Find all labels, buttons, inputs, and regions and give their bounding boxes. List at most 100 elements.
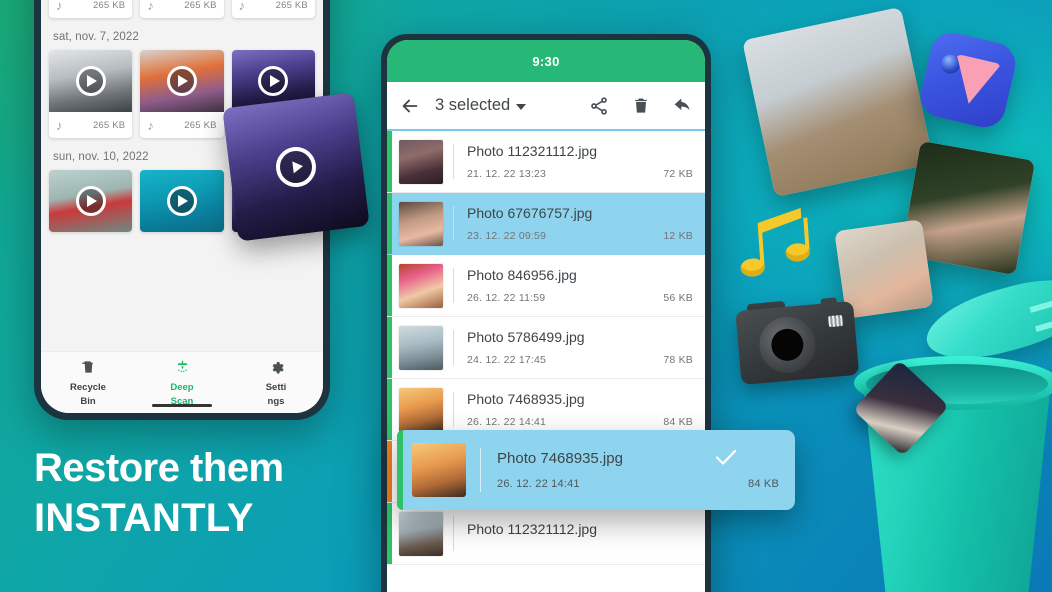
media-card[interactable]: ♪ 265 KB	[140, 50, 224, 138]
trash-icon[interactable]	[631, 96, 651, 116]
row-accent-bar	[387, 255, 392, 316]
media-meta: ♪ 265 KB	[49, 112, 132, 138]
media-card[interactable]: ♪ 265 KB	[49, 50, 133, 138]
file-date: 23. 12. 22 09:59	[467, 230, 547, 242]
row-body: Photo 846956.jpg 26. 12. 22 11:59 56 KB	[454, 267, 705, 304]
table-row[interactable]: Photo 112321112.jpg	[387, 503, 705, 565]
restore-icon[interactable]	[673, 96, 693, 116]
row-thumbnail	[399, 511, 443, 556]
bin-body	[862, 372, 1052, 592]
row-accent-bar	[387, 131, 392, 192]
dragged-video-card[interactable]	[222, 92, 370, 242]
selection-title[interactable]: 3 selected	[435, 96, 527, 115]
nav-label-2: Bin	[80, 396, 96, 407]
camera-viewfinder	[820, 297, 838, 308]
nav-label: Deep	[170, 382, 194, 393]
music-note-icon: ♪	[56, 0, 63, 13]
photo-image	[834, 219, 934, 319]
row-accent-bar	[387, 379, 392, 440]
bin-rim-inner	[866, 364, 1048, 404]
selection-count-label: 3 selected	[435, 96, 511, 114]
dragged-file-card[interactable]: Photo 7468935.jpg 26. 12. 22 14:41 84 KB	[397, 430, 795, 510]
row-thumbnail	[412, 443, 466, 497]
status-time: 9:30	[532, 53, 560, 69]
trash-icon	[41, 359, 135, 379]
home-indicator	[152, 404, 212, 407]
row-subline: 21. 12. 22 13:23 72 KB	[467, 168, 693, 180]
media-size: 265 KB	[275, 0, 308, 11]
media-card[interactable]	[140, 170, 224, 232]
camera-icon	[735, 295, 860, 385]
row-subline: 23. 12. 22 09:59 12 KB	[467, 230, 693, 242]
row-thumbnail	[399, 325, 443, 370]
promo-stage: ♪ 265 KB ♪ 265 KB ♪ 265 KB sat, nov. 7, …	[0, 0, 1052, 592]
media-meta: ♪ 265 KB	[140, 112, 223, 138]
media-size: 265 KB	[92, 119, 126, 131]
music-note-icon: ♪	[56, 117, 63, 133]
file-name: Photo 112321112.jpg	[467, 521, 598, 537]
row-body: Photo 112321112.jpg	[454, 521, 705, 546]
file-name: Photo 67676757.jpg	[467, 205, 593, 221]
row-body: Photo 112321112.jpg 21. 12. 22 13:23 72 …	[454, 143, 705, 180]
row-body: Photo 5786499.jpg 24. 12. 22 17:45 78 KB	[454, 329, 705, 366]
file-name: Photo 7468935.jpg	[467, 391, 585, 407]
play-icon	[75, 66, 106, 96]
photo-card-hands	[900, 140, 1036, 276]
file-size: 78 KB	[663, 354, 693, 366]
deep-scan-icon	[135, 359, 229, 379]
row-subline: 26. 12. 22 14:41 84 KB	[467, 416, 693, 428]
table-row[interactable]: Photo 846956.jpg 26. 12. 22 11:59 56 KB	[387, 255, 705, 317]
media-card[interactable]: ♪ 265 KB	[49, 0, 133, 18]
row-body: Photo 7468935.jpg 26. 12. 22 14:41 84 KB	[481, 450, 795, 490]
media-meta: ♪ 265 KB	[232, 0, 315, 18]
file-date: 24. 12. 22 17:45	[467, 354, 547, 366]
media-card[interactable]: ♪ 265 KB	[231, 0, 315, 18]
nav-item-deep-scan[interactable]: Deep Scan	[135, 359, 229, 407]
camera-flash	[828, 314, 843, 328]
media-card[interactable]: ♪ 265 KB	[140, 0, 224, 18]
nav-item-recycle-bin[interactable]: Recycle Bin	[41, 359, 135, 407]
table-row[interactable]: Photo 67676757.jpg 23. 12. 22 09:59 12 K…	[387, 193, 705, 255]
trash-bin-3d-icon	[840, 265, 1052, 592]
file-date: 26. 12. 22 14:41	[467, 416, 547, 428]
bin-rim-outer	[854, 356, 1052, 410]
nav-label: Recycle	[70, 382, 106, 393]
file-size: 84 KB	[748, 478, 779, 490]
nav-label: Setti	[265, 382, 287, 393]
table-row[interactable]: Photo 5786499.jpg 24. 12. 22 17:45 78 KB	[387, 317, 705, 379]
media-size: 265 KB	[184, 0, 217, 11]
media-meta: ♪ 265 KB	[49, 0, 132, 18]
app-bar: 3 selected	[387, 82, 705, 129]
media-meta: ♪ 265 KB	[140, 0, 223, 18]
date-header: sat, nov. 7, 2022	[53, 31, 139, 43]
share-icon[interactable]	[589, 96, 609, 116]
recycle-bin-list[interactable]: Photo 112321112.jpg 21. 12. 22 13:23 72 …	[387, 131, 705, 592]
camera-lens-inner	[770, 327, 805, 363]
row-thumbnail	[399, 387, 443, 432]
row-accent-bar	[387, 317, 392, 378]
media-thumbnail	[49, 170, 133, 232]
play-icon	[258, 66, 289, 96]
media-thumbnail	[140, 170, 224, 232]
file-date: 21. 12. 22 13:23	[467, 168, 547, 180]
row-thumbnail	[399, 201, 443, 246]
photo-image	[742, 6, 934, 198]
headline-line-1: Restore them	[34, 446, 284, 490]
row-body: Photo 7468935.jpg 26. 12. 22 14:41 84 KB	[454, 391, 705, 428]
file-date: 26. 12. 22 14:41	[497, 478, 580, 490]
play-icon	[166, 66, 197, 96]
media-card[interactable]	[49, 170, 133, 232]
nav-item-settings[interactable]: Setti ngs	[229, 359, 323, 407]
photo-image	[900, 140, 1036, 276]
check-icon	[714, 448, 738, 466]
file-size: 12 KB	[663, 230, 693, 242]
table-row[interactable]: Photo 112321112.jpg 21. 12. 22 13:23 72 …	[387, 131, 705, 193]
music-note-icon: ♪	[147, 117, 154, 133]
arrow-back-icon[interactable]	[399, 95, 421, 117]
play-icon	[75, 186, 106, 216]
row-thumbnail	[399, 263, 443, 308]
photo-card-bin	[852, 359, 950, 457]
media-thumbnail	[140, 50, 224, 112]
gear-icon	[229, 359, 323, 379]
file-name: Photo 112321112.jpg	[467, 143, 598, 159]
